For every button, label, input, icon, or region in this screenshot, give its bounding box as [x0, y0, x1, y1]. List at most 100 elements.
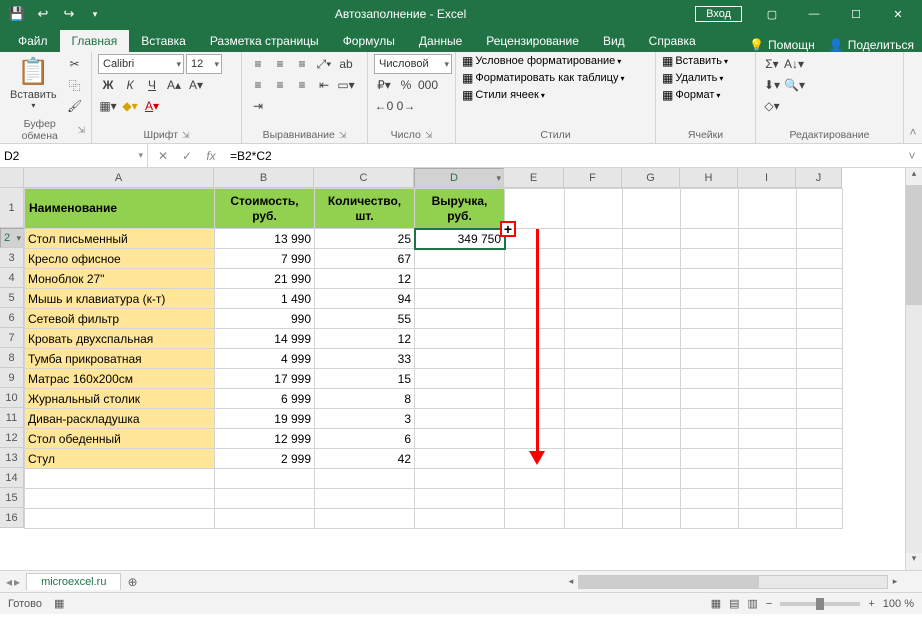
row-header-3[interactable]: 3: [0, 248, 24, 268]
macro-record-icon[interactable]: ▦: [54, 597, 64, 610]
cell-C5[interactable]: 94: [315, 289, 415, 309]
tell-me-button[interactable]: 💡Помощн: [749, 38, 815, 52]
tab-insert[interactable]: Вставка: [129, 30, 198, 52]
format-painter-icon[interactable]: 🖌: [65, 96, 85, 116]
cell-D13[interactable]: [415, 449, 505, 469]
cell-I12[interactable]: [739, 429, 797, 449]
name-box[interactable]: D2▾: [0, 144, 148, 167]
cell-I1[interactable]: [739, 189, 797, 229]
row-header-10[interactable]: 10: [0, 388, 24, 408]
format-cells-button[interactable]: ▦Формат▾: [662, 88, 728, 102]
cell-B1[interactable]: Стоимость,руб.: [215, 189, 315, 229]
cell-F8[interactable]: [565, 349, 623, 369]
increase-decimal-icon[interactable]: ←0: [374, 96, 394, 116]
cell-C10[interactable]: 8: [315, 389, 415, 409]
cell-F15[interactable]: [565, 489, 623, 509]
cell-B5[interactable]: 1 490: [215, 289, 315, 309]
clipboard-expand-icon[interactable]: ⇲: [77, 125, 85, 136]
cell-G15[interactable]: [623, 489, 681, 509]
cell-J11[interactable]: [797, 409, 843, 429]
cell-E8[interactable]: [505, 349, 565, 369]
cell-H1[interactable]: [681, 189, 739, 229]
thousands-icon[interactable]: 000: [418, 75, 438, 95]
cell-F10[interactable]: [565, 389, 623, 409]
cell-B7[interactable]: 14 999: [215, 329, 315, 349]
cell-F7[interactable]: [565, 329, 623, 349]
cell-J1[interactable]: [797, 189, 843, 229]
underline-button[interactable]: Ч: [142, 75, 162, 95]
accounting-icon[interactable]: ₽▾: [374, 75, 394, 95]
font-name-select[interactable]: Calibri: [98, 54, 184, 74]
cell-B15[interactable]: [215, 489, 315, 509]
cell-E12[interactable]: [505, 429, 565, 449]
add-sheet-icon[interactable]: ⊕: [121, 575, 143, 589]
cell-D11[interactable]: [415, 409, 505, 429]
font-size-select[interactable]: 12: [186, 54, 222, 74]
cell-C11[interactable]: 3: [315, 409, 415, 429]
percent-icon[interactable]: %: [396, 75, 416, 95]
cell-H5[interactable]: [681, 289, 739, 309]
cell-H14[interactable]: [681, 469, 739, 489]
zoom-in-icon[interactable]: +: [868, 598, 874, 610]
scroll-left-icon[interactable]: ◂: [564, 576, 578, 587]
row-header-14[interactable]: 14: [0, 468, 24, 488]
cell-C3[interactable]: 67: [315, 249, 415, 269]
cell-A6[interactable]: Сетевой фильтр: [25, 309, 215, 329]
share-button[interactable]: 👤Поделиться: [829, 38, 914, 52]
zoom-slider[interactable]: [780, 602, 860, 606]
cell-G7[interactable]: [623, 329, 681, 349]
row-header-1[interactable]: 1: [0, 188, 24, 228]
cell-I13[interactable]: [739, 449, 797, 469]
cell-J6[interactable]: [797, 309, 843, 329]
column-header-D[interactable]: D: [414, 168, 504, 188]
zoom-thumb[interactable]: [816, 598, 824, 610]
cell-A1[interactable]: Наименование: [25, 189, 215, 229]
cell-J2[interactable]: [797, 229, 843, 249]
cell-H8[interactable]: [681, 349, 739, 369]
cell-F14[interactable]: [565, 469, 623, 489]
tab-home[interactable]: Главная: [60, 30, 130, 52]
number-expand-icon[interactable]: ⇲: [425, 130, 433, 141]
cell-A8[interactable]: Тумба прикроватная: [25, 349, 215, 369]
cell-I15[interactable]: [739, 489, 797, 509]
cell-D9[interactable]: [415, 369, 505, 389]
cell-A10[interactable]: Журнальный столик: [25, 389, 215, 409]
sort-filter-icon[interactable]: A↓▾: [784, 54, 804, 74]
cell-C16[interactable]: [315, 509, 415, 529]
tab-review[interactable]: Рецензирование: [474, 30, 591, 52]
cell-B10[interactable]: 6 999: [215, 389, 315, 409]
cell-F1[interactable]: [565, 189, 623, 229]
align-right-icon[interactable]: ≡: [292, 75, 312, 95]
fill-color-icon[interactable]: ◆▾: [120, 96, 140, 116]
cell-G6[interactable]: [623, 309, 681, 329]
horizontal-scroll-thumb[interactable]: [579, 576, 759, 588]
expand-formula-bar-icon[interactable]: ˅: [902, 149, 922, 163]
scroll-up-icon[interactable]: ▴: [906, 168, 922, 185]
cell-C2[interactable]: 25: [315, 229, 415, 249]
namebox-dropdown-icon[interactable]: ▾: [138, 150, 143, 161]
cell-F11[interactable]: [565, 409, 623, 429]
cell-D15[interactable]: [415, 489, 505, 509]
cell-A13[interactable]: Стул: [25, 449, 215, 469]
cell-E10[interactable]: [505, 389, 565, 409]
cell-B3[interactable]: 7 990: [215, 249, 315, 269]
cell-E16[interactable]: [505, 509, 565, 529]
cell-B2[interactable]: 13 990: [215, 229, 315, 249]
cell-E3[interactable]: [505, 249, 565, 269]
cell-H15[interactable]: [681, 489, 739, 509]
indent-increase-icon[interactable]: ⇥: [248, 96, 268, 116]
cell-H4[interactable]: [681, 269, 739, 289]
cell-I9[interactable]: [739, 369, 797, 389]
scroll-down-icon[interactable]: ▾: [906, 553, 922, 570]
cell-A15[interactable]: [25, 489, 215, 509]
cell-E6[interactable]: [505, 309, 565, 329]
redo-icon[interactable]: ↪: [58, 3, 80, 25]
cell-A14[interactable]: [25, 469, 215, 489]
minimize-icon[interactable]: —: [794, 0, 834, 28]
align-center-icon[interactable]: ≡: [270, 75, 290, 95]
number-format-select[interactable]: Числовой: [374, 54, 452, 74]
row-header-9[interactable]: 9: [0, 368, 24, 388]
cell-C9[interactable]: 15: [315, 369, 415, 389]
accept-formula-icon[interactable]: ✓: [176, 146, 198, 166]
tab-data[interactable]: Данные: [407, 30, 474, 52]
